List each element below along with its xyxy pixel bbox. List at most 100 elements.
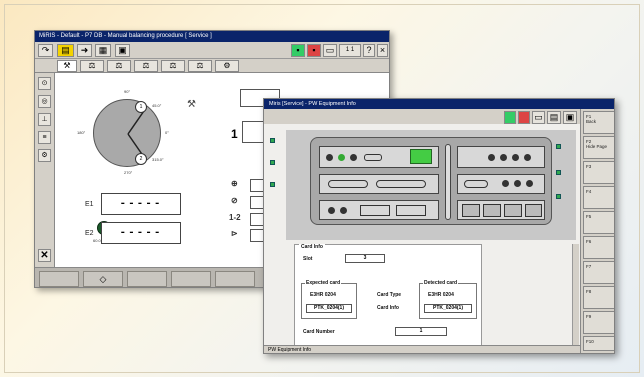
slot-led-3[interactable] bbox=[270, 182, 275, 187]
e2-field[interactable]: ----- bbox=[101, 222, 181, 244]
f10-button[interactable]: F10 bbox=[583, 336, 614, 351]
page-indicator: 1 1 bbox=[339, 44, 361, 57]
rack-card-4-port-d bbox=[524, 154, 531, 161]
balancing-side-toolbar: ⊙ ◎ ⊥ ≡ ⚙ ✕ bbox=[35, 73, 55, 267]
rack-led-right-3 bbox=[556, 194, 561, 199]
f3-key: F3 bbox=[586, 164, 592, 169]
rack-card-1-port-c bbox=[350, 154, 357, 161]
list-icon[interactable]: ≡ bbox=[38, 131, 51, 144]
bottom-button-3[interactable] bbox=[127, 271, 167, 287]
close-icon[interactable]: ✕ bbox=[38, 249, 51, 262]
slot-led-2[interactable] bbox=[270, 160, 275, 165]
rack-card-1[interactable] bbox=[319, 146, 439, 168]
rotor-icon[interactable]: ⊙ bbox=[38, 77, 51, 90]
equipment-window-title: Miris [Service] - PW Equipment Info bbox=[264, 99, 614, 109]
f10-key: F10 bbox=[586, 339, 594, 344]
close-window-icon[interactable]: × bbox=[377, 44, 388, 57]
help-icon[interactable]: ? bbox=[363, 44, 375, 57]
grid-icon[interactable]: ▦ bbox=[95, 44, 111, 57]
rack-card-1-port-a bbox=[326, 154, 333, 161]
f2-label: Hide Page bbox=[586, 144, 608, 149]
expected-card-code: E3HR 0204 bbox=[310, 292, 336, 298]
equipment-rack bbox=[310, 137, 552, 225]
f7-button[interactable]: F7 bbox=[583, 261, 614, 284]
alarm-icon[interactable]: ▪ bbox=[307, 44, 321, 57]
monitor-icon[interactable]: ▭ bbox=[323, 44, 337, 57]
screen-icon[interactable]: ▣ bbox=[115, 44, 130, 57]
ratio-label: 1-2 bbox=[229, 213, 241, 222]
equipment-rack-area bbox=[286, 130, 576, 240]
weight-2-marker[interactable]: 2 bbox=[135, 153, 147, 165]
f8-key: F8 bbox=[586, 289, 592, 294]
window-icon[interactable]: ▣ bbox=[563, 111, 577, 124]
slot-led-1[interactable] bbox=[270, 138, 275, 143]
print-icon[interactable]: ▤ bbox=[547, 111, 561, 124]
expected-card-title: Expected card bbox=[305, 280, 342, 286]
phase-icon: ⊕ bbox=[231, 179, 238, 188]
bottom-button-4[interactable] bbox=[171, 271, 211, 287]
f3-button[interactable]: F3 bbox=[583, 161, 614, 184]
rack-card-2-slot-b bbox=[376, 180, 426, 188]
f5-key: F5 bbox=[586, 214, 592, 219]
arrow-right-icon[interactable]: ➜ bbox=[77, 44, 92, 57]
network-icon[interactable]: ▪ bbox=[291, 44, 305, 57]
rack-card-5-slot bbox=[464, 180, 488, 188]
card-number-value[interactable]: 1 bbox=[395, 327, 447, 336]
weight-1-marker[interactable]: 1 bbox=[135, 101, 147, 113]
f1-button[interactable]: F1 Back bbox=[583, 111, 614, 134]
rack-card-6[interactable] bbox=[457, 200, 545, 220]
balancing-tabs: ⚒ ⚖ ⚖ ⚖ ⚖ ⚖ ⚙ bbox=[35, 59, 389, 73]
angle-icon: ⊘ bbox=[231, 196, 238, 205]
folder-icon[interactable]: ▤ bbox=[57, 44, 74, 57]
e1-field[interactable]: ----- bbox=[101, 193, 181, 215]
rack-card-5[interactable] bbox=[457, 174, 545, 194]
f5-button[interactable]: F5 bbox=[583, 211, 614, 234]
tab-balance-4[interactable]: ⚖ bbox=[161, 60, 185, 72]
vertical-scrollbar[interactable] bbox=[572, 244, 579, 345]
angle-90-label: 90° bbox=[124, 89, 131, 94]
alarm-status-icon[interactable] bbox=[518, 111, 530, 124]
f9-button[interactable]: F9 bbox=[583, 311, 614, 334]
bottom-button-1[interactable] bbox=[39, 271, 79, 287]
rack-card-6-module-a bbox=[462, 204, 480, 217]
tab-balance-1[interactable]: ⚖ bbox=[80, 60, 104, 72]
rack-card-3-module bbox=[360, 205, 390, 216]
rack-divider bbox=[445, 144, 451, 220]
rack-card-6-module-c bbox=[504, 204, 522, 217]
f6-button[interactable]: F6 bbox=[583, 236, 614, 259]
display-icon[interactable]: ▭ bbox=[532, 111, 545, 124]
tab-balance-3[interactable]: ⚖ bbox=[134, 60, 158, 72]
bottom-button-5[interactable] bbox=[215, 271, 255, 287]
tab-balance-5[interactable]: ⚖ bbox=[188, 60, 212, 72]
rack-card-selected[interactable] bbox=[410, 149, 432, 164]
rack-card-5-port-c bbox=[526, 180, 533, 187]
tab-balance-2[interactable]: ⚖ bbox=[107, 60, 131, 72]
tab-tools[interactable]: ⚙ bbox=[215, 60, 239, 72]
f8-button[interactable]: F8 bbox=[583, 286, 614, 309]
rotate-icon[interactable]: ↷ bbox=[38, 44, 53, 57]
settings-icon[interactable]: ⚙ bbox=[38, 149, 51, 162]
detected-card-title: Detected card bbox=[423, 280, 459, 286]
angle-180-label: 180° bbox=[77, 130, 86, 135]
angle-0-label: 0° bbox=[165, 130, 169, 135]
balancing-window-title: MiRIS - Default - P7 DB - Manual balanci… bbox=[35, 31, 389, 42]
card-info-title: Card Info bbox=[299, 244, 325, 250]
equipment-toolbar: ▭ ▤ ▣ bbox=[264, 109, 580, 124]
rack-card-4[interactable] bbox=[457, 146, 545, 168]
f1-label: Back bbox=[586, 119, 597, 124]
tab-wrench[interactable]: ⚒ bbox=[57, 60, 77, 72]
slot-value[interactable]: 3 bbox=[345, 254, 385, 263]
f4-button[interactable]: F4 bbox=[583, 186, 614, 209]
bottom-button-diamond[interactable]: ◇ bbox=[83, 271, 123, 287]
sensor-icon[interactable]: ◎ bbox=[38, 95, 51, 108]
rack-card-2[interactable] bbox=[319, 174, 439, 194]
network-status-icon[interactable] bbox=[504, 111, 516, 124]
detected-card-name: PTK_0204(1) bbox=[424, 304, 472, 313]
probe-icon[interactable]: ⊥ bbox=[38, 113, 51, 126]
f2-button[interactable]: F2 Hide Page bbox=[583, 136, 614, 159]
rack-card-3-port-a bbox=[328, 207, 335, 214]
rack-card-3[interactable] bbox=[319, 200, 439, 220]
card-type-label: Card Type bbox=[377, 292, 402, 298]
card-info-panel: Card Info Slot 3 Expected card E3HR 0204… bbox=[294, 244, 482, 353]
expected-card-group: Expected card E3HR 0204 PTK_0204(1) bbox=[301, 280, 357, 319]
